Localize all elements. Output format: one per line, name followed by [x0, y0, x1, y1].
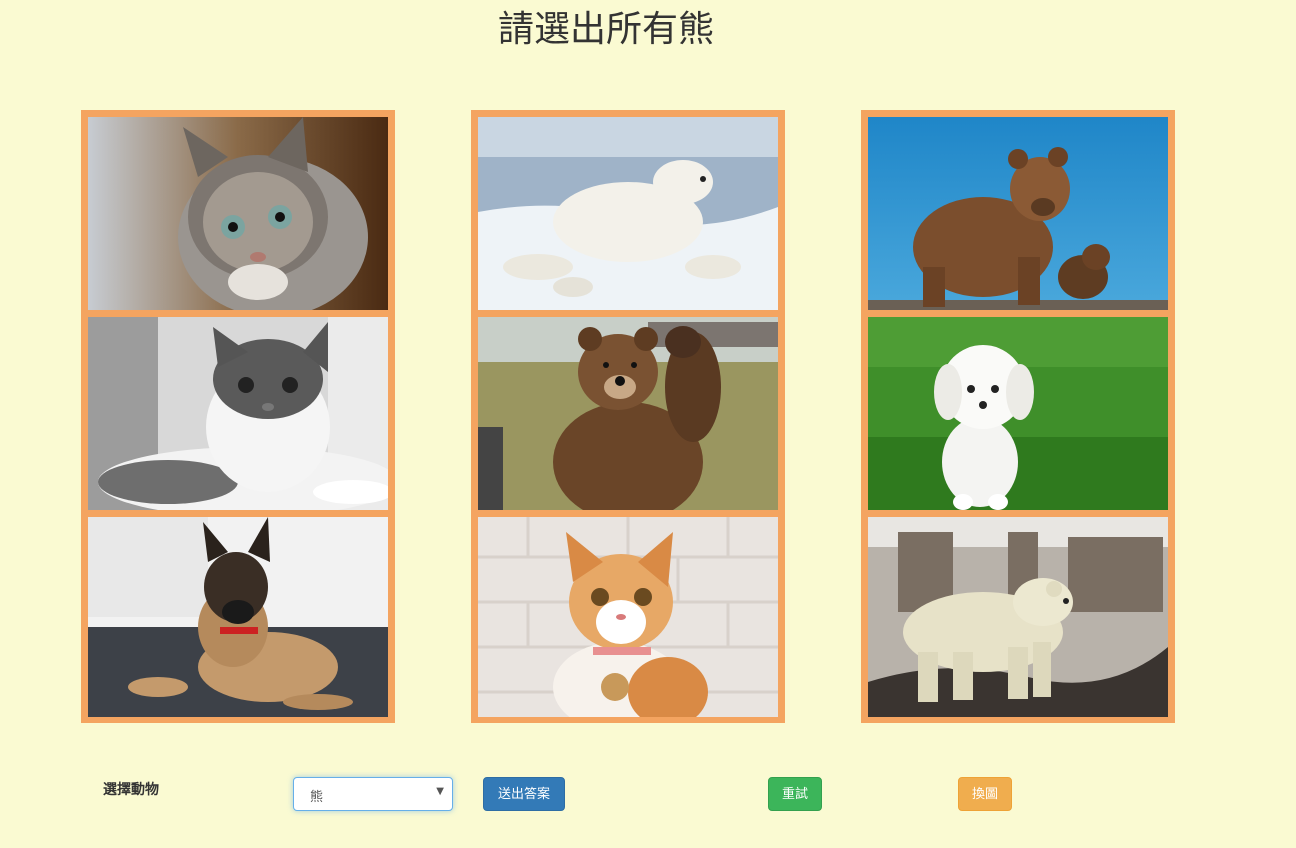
image-tile-shepherd-dog[interactable]: [88, 517, 388, 717]
image-tile-brown-bear-with-cub[interactable]: [868, 117, 1168, 310]
kitten-photo-icon: [88, 117, 388, 310]
image-tile-polar-bear-standing[interactable]: [868, 517, 1168, 717]
image-tile-brown-bear-waving[interactable]: [478, 317, 778, 510]
image-tile-white-maltese-dog[interactable]: [868, 317, 1168, 510]
submit-answer-button[interactable]: 送出答案: [483, 777, 565, 811]
brown-bear-waving-photo-icon: [478, 317, 778, 510]
image-tile-polar-bear-jumping[interactable]: [478, 117, 778, 310]
white-maltese-dog-photo-icon: [868, 317, 1168, 510]
polar-bear-jumping-photo-icon: [478, 117, 778, 310]
chevron-down-icon: ▼: [436, 786, 444, 797]
shepherd-dog-photo-icon: [88, 517, 388, 717]
image-tile-black-white-cat[interactable]: [88, 317, 388, 510]
image-column-2: [471, 110, 785, 723]
image-column-1: [81, 110, 395, 723]
brown-bear-with-cub-photo-icon: [868, 117, 1168, 310]
animal-select-value: 熊: [310, 790, 324, 805]
retry-button[interactable]: 重試: [768, 777, 822, 811]
animal-select[interactable]: 熊 ▼: [293, 777, 453, 811]
image-column-3: [861, 110, 1175, 723]
polar-bear-standing-photo-icon: [868, 517, 1168, 717]
orange-cat-photo-icon: [478, 517, 778, 717]
page-title: 請選出所有熊: [497, 9, 714, 50]
black-white-cat-photo-icon: [88, 317, 388, 510]
choose-animal-label: 選擇動物: [103, 782, 159, 798]
answer-controls: 選擇動物 熊 ▼ 送出答案 重試 換圖: [0, 770, 1296, 830]
change-images-button[interactable]: 換圖: [958, 777, 1012, 811]
image-tile-orange-cat[interactable]: [478, 517, 778, 717]
image-tile-kitten[interactable]: [88, 117, 388, 310]
